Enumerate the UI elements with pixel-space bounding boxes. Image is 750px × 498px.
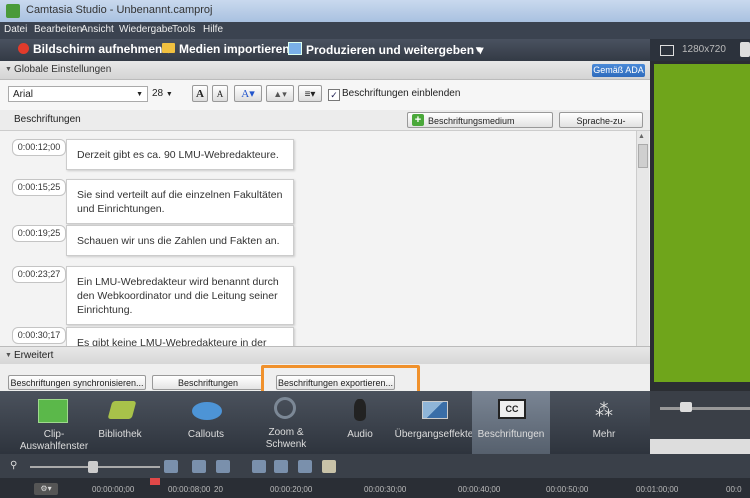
- menu-hilfe[interactable]: Hilfe: [203, 24, 223, 35]
- zoom-in-icon[interactable]: [164, 460, 178, 473]
- scroll-up-arrow-icon[interactable]: ▲: [638, 133, 645, 140]
- caption-timestamp[interactable]: 0:00:19;25: [12, 225, 66, 242]
- collapse-triangle-icon: ▼: [5, 352, 12, 359]
- tab-audio[interactable]: Audio: [320, 391, 400, 454]
- timeline-tick: 00:0: [726, 485, 742, 494]
- timeline-settings-gear-icon[interactable]: ⚙▾: [34, 483, 58, 495]
- zoom-icon: [274, 397, 296, 419]
- tab-zoom-pan[interactable]: Zoom & Schwenk: [246, 391, 326, 454]
- clip-bin-icon: [38, 399, 68, 423]
- increase-font-button[interactable]: A: [192, 85, 208, 102]
- preview-toolbar: 1280x720: [650, 39, 750, 61]
- import-captions-button[interactable]: Beschriftungen importieren...: [152, 375, 264, 403]
- copy-icon[interactable]: [274, 460, 288, 473]
- show-captions-checkbox[interactable]: ✓: [328, 89, 340, 101]
- toolbar-overflow-button[interactable]: ▾: [476, 44, 481, 55]
- tab-captions[interactable]: CC Beschriftungen: [472, 391, 550, 454]
- tab-transitions[interactable]: Übergangseffekte: [394, 391, 474, 454]
- caption-text-box[interactable]: Ein LMU-Webredakteur wird benannt durch …: [66, 266, 294, 325]
- preview-controls: [650, 391, 750, 439]
- zoom-out-search-icon[interactable]: ⚲: [10, 460, 17, 471]
- font-size-select[interactable]: 28 ▼: [152, 86, 182, 102]
- menu-bearbeiten[interactable]: Bearbeiten: [34, 24, 82, 35]
- ada-compliance-button[interactable]: Gemäß ADA: [592, 64, 645, 77]
- undo-icon[interactable]: [192, 460, 206, 473]
- global-settings-header[interactable]: ▼ Globale Einstellungen: [0, 61, 650, 80]
- cut-icon[interactable]: [252, 460, 266, 473]
- timeline-tick: 00:00:30;00: [364, 485, 407, 494]
- advanced-label: Erweitert: [14, 350, 54, 361]
- captions-icon: CC: [498, 399, 526, 419]
- timeline-tick: 00:01:00;00: [636, 485, 679, 494]
- timeline-tick: 00:00:08;00: [168, 485, 211, 494]
- caption-timestamp[interactable]: 0:00:15;25: [12, 179, 66, 196]
- preview-menu-icon[interactable]: [740, 42, 750, 57]
- produce-share-button[interactable]: Produzieren und weitergeben ▾: [288, 42, 483, 57]
- speech-to-text-button[interactable]: Sprache-zu-Schrift...: [559, 112, 643, 142]
- caption-timestamp[interactable]: 0:00:12;00: [12, 139, 66, 156]
- decrease-font-button[interactable]: A: [212, 85, 228, 102]
- main-toolbar: Bildschirm aufnehmen ▾ Medien importiere…: [0, 39, 650, 61]
- menu-datei[interactable]: Datei: [4, 24, 27, 35]
- film-icon: [288, 42, 302, 55]
- font-family-select[interactable]: Arial ▼: [8, 86, 148, 102]
- preview-scrubber[interactable]: [660, 407, 750, 410]
- font-color-button[interactable]: A▾: [234, 85, 262, 102]
- sync-captions-button[interactable]: Beschriftungen synchronisieren...: [8, 375, 146, 390]
- audio-icon: [354, 399, 366, 421]
- chevron-down-icon: ▼: [136, 91, 143, 98]
- preview-scrubber-handle[interactable]: [680, 402, 692, 412]
- caption-text-box[interactable]: Schauen wir uns die Zahlen und Fakten an…: [66, 225, 294, 256]
- captions-label: Beschriftungen: [14, 114, 81, 125]
- timeline-tick: 00:00:00;00: [92, 485, 135, 494]
- menu-ansicht[interactable]: Ansicht: [81, 24, 114, 35]
- global-settings-label: Globale Einstellungen: [14, 64, 112, 75]
- preview-canvas[interactable]: [654, 64, 750, 382]
- library-icon: [107, 401, 137, 419]
- caption-list: 0:00:12;00 Derzeit gibt es ca. 90 LMU-We…: [0, 131, 636, 346]
- add-caption-media-button[interactable]: + Beschriftungsmedium hinzufügen: [407, 112, 553, 142]
- tab-clip-bin[interactable]: Clip- Auswahlfenster: [0, 391, 88, 454]
- tab-library[interactable]: Bibliothek: [80, 391, 160, 454]
- caption-text-box[interactable]: Sie sind verteilt auf die einzelnen Faku…: [66, 179, 294, 224]
- caption-text-box[interactable]: Derzeit gibt es ca. 90 LMU-Webredakteure…: [66, 139, 294, 170]
- split-icon[interactable]: [322, 460, 336, 473]
- tab-callouts[interactable]: Callouts: [166, 391, 246, 454]
- collapse-triangle-icon: ▼: [5, 66, 12, 73]
- text-align-button[interactable]: ≡▾: [298, 85, 322, 102]
- menu-bar: Datei Bearbeiten Ansicht Wiedergabe Tool…: [0, 22, 750, 39]
- window-title: Camtasia Studio - Unbenannt.camproj: [26, 4, 213, 16]
- record-icon: [18, 43, 29, 54]
- camtasia-app-icon: [6, 4, 20, 18]
- timeline-tick: 00:00:40;00: [458, 485, 501, 494]
- preview-resolution[interactable]: 1280x720: [682, 44, 726, 55]
- caption-timestamp[interactable]: 0:00:23;27: [12, 266, 66, 283]
- plus-icon: +: [412, 114, 424, 126]
- callout-icon: [192, 402, 222, 420]
- timeline-zoom-handle[interactable]: [88, 461, 98, 473]
- redo-icon[interactable]: [216, 460, 230, 473]
- paste-icon[interactable]: [298, 460, 312, 473]
- tab-more[interactable]: ⁂ Mehr: [564, 391, 644, 454]
- caption-text-box[interactable]: Es gibt keine LMU-Webredakteure in der Z…: [66, 327, 294, 346]
- fill-color-button[interactable]: ▲▾: [266, 85, 294, 102]
- transition-icon: [422, 401, 448, 419]
- caption-timestamp[interactable]: 0:00:30;17: [12, 327, 66, 344]
- title-bar: Camtasia Studio - Unbenannt.camproj: [0, 0, 750, 22]
- advanced-header[interactable]: ▼: [0, 346, 650, 365]
- scrollbar-thumb[interactable]: [638, 144, 648, 168]
- timeline-tick: 00:00:50;00: [546, 485, 589, 494]
- folder-icon: [162, 43, 175, 53]
- show-captions-label: Beschriftungen einblenden: [342, 88, 461, 99]
- record-screen-button[interactable]: Bildschirm aufnehmen ▾: [18, 42, 172, 56]
- timeline-playhead[interactable]: [150, 478, 160, 485]
- timeline-tick: 20: [214, 485, 223, 494]
- chevron-down-icon: ▼: [165, 91, 173, 98]
- import-media-button[interactable]: Medien importieren: [162, 42, 290, 56]
- menu-tools[interactable]: Tools: [172, 24, 195, 35]
- more-icon: ⁂: [595, 400, 613, 420]
- timeline-tick: 00:00:20;00: [270, 485, 313, 494]
- screen-size-icon[interactable]: [660, 45, 674, 56]
- menu-wiedergabe[interactable]: Wiedergabe: [119, 24, 173, 35]
